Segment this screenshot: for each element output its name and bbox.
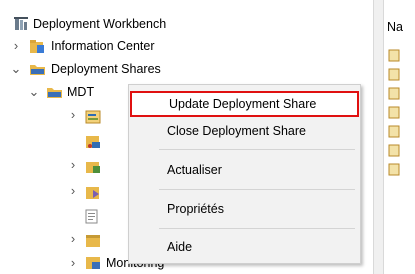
item-icon [388,87,400,100]
item-icon [388,49,400,62]
chevron-down-icon[interactable]: ⌄ [10,59,22,79]
menu-separator [159,149,355,150]
details-pane: Na [384,0,415,274]
pane-splitter[interactable] [373,0,384,274]
column-header-name[interactable]: Na [387,20,403,34]
chevron-right-icon[interactable]: › [67,253,79,273]
menu-separator [159,228,355,229]
menu-item-actualiser[interactable]: Actualiser [129,158,360,182]
folder-icon [46,85,63,99]
folder-icon [29,62,46,76]
menu-item-label: Close Deployment Share [167,124,306,138]
tree-item-label: Deployment Shares [51,62,161,76]
advanced-configuration-icon [85,234,101,248]
tree-item-label: MDT [67,85,95,99]
workbench-icon [14,17,28,31]
task-sequences-icon [85,186,101,200]
item-icon [388,144,400,157]
context-menu: Update Deployment Share Close Deployment… [128,84,361,264]
drivers-icon [85,135,101,149]
item-icon [388,163,400,176]
item-icon [388,125,400,138]
menu-item-close-deployment-share[interactable]: Close Deployment Share [129,119,360,143]
packages-icon [85,160,101,174]
chevron-right-icon[interactable]: › [67,157,79,172]
chevron-down-icon[interactable]: ⌄ [28,82,40,102]
tree-item-label: Information Center [51,39,155,53]
information-center-icon [29,39,45,54]
chevron-right-icon[interactable]: › [67,183,79,198]
menu-item-label: Propriétés [167,202,224,216]
monitoring-icon [85,256,101,270]
menu-separator [159,189,355,190]
menu-item-update-deployment-share[interactable]: Update Deployment Share [130,91,359,117]
menu-item-label: Aide [167,240,193,254]
item-icon [388,68,400,81]
chevron-right-icon[interactable]: › [67,231,79,246]
chevron-right-icon[interactable]: › [67,107,79,122]
tree-root-label: Deployment Workbench [33,17,167,31]
document-icon [85,209,99,224]
menu-item-aide[interactable]: Aide [129,235,360,259]
applications-icon [85,110,101,124]
menu-item-proprietes[interactable]: Propriétés [129,197,360,221]
menu-item-label: Actualiser [167,163,222,177]
item-icon [388,106,400,119]
chevron-right-icon[interactable]: › [10,36,22,56]
menu-item-label: Update Deployment Share [169,97,317,111]
